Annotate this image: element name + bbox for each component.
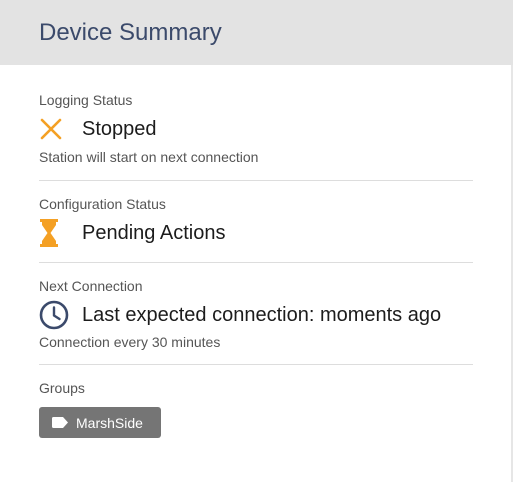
configuration-status-value: Pending Actions [82,222,226,244]
card-header: Device Summary [0,0,513,65]
next-connection-label: Next Connection [39,278,143,294]
next-connection-value: Last expected connection: moments ago [82,304,442,326]
configuration-status-row: Pending Actions [39,218,225,248]
logging-status-row: Stopped [39,114,157,144]
hourglass-icon [39,218,73,248]
clock-icon [39,300,73,330]
group-chip-marshside[interactable]: MarshSide [39,407,161,438]
groups-label: Groups [39,380,85,396]
configuration-status-label: Configuration Status [39,196,166,212]
divider [39,180,473,181]
logging-status-label: Logging Status [39,92,133,108]
divider [39,364,473,365]
next-connection-row: Last expected connection: moments ago [39,300,441,330]
card-title: Device Summary [39,19,222,46]
close-icon [39,114,73,144]
device-summary-card: Device Summary Logging Status Stopped St… [0,0,513,482]
logging-status-detail: Station will start on next connection [39,149,259,165]
divider [39,262,473,263]
next-connection-detail: Connection every 30 minutes [39,334,221,350]
logging-status-value: Stopped [82,118,157,140]
group-chip-label: MarshSide [76,414,143,431]
tag-icon [52,417,68,428]
